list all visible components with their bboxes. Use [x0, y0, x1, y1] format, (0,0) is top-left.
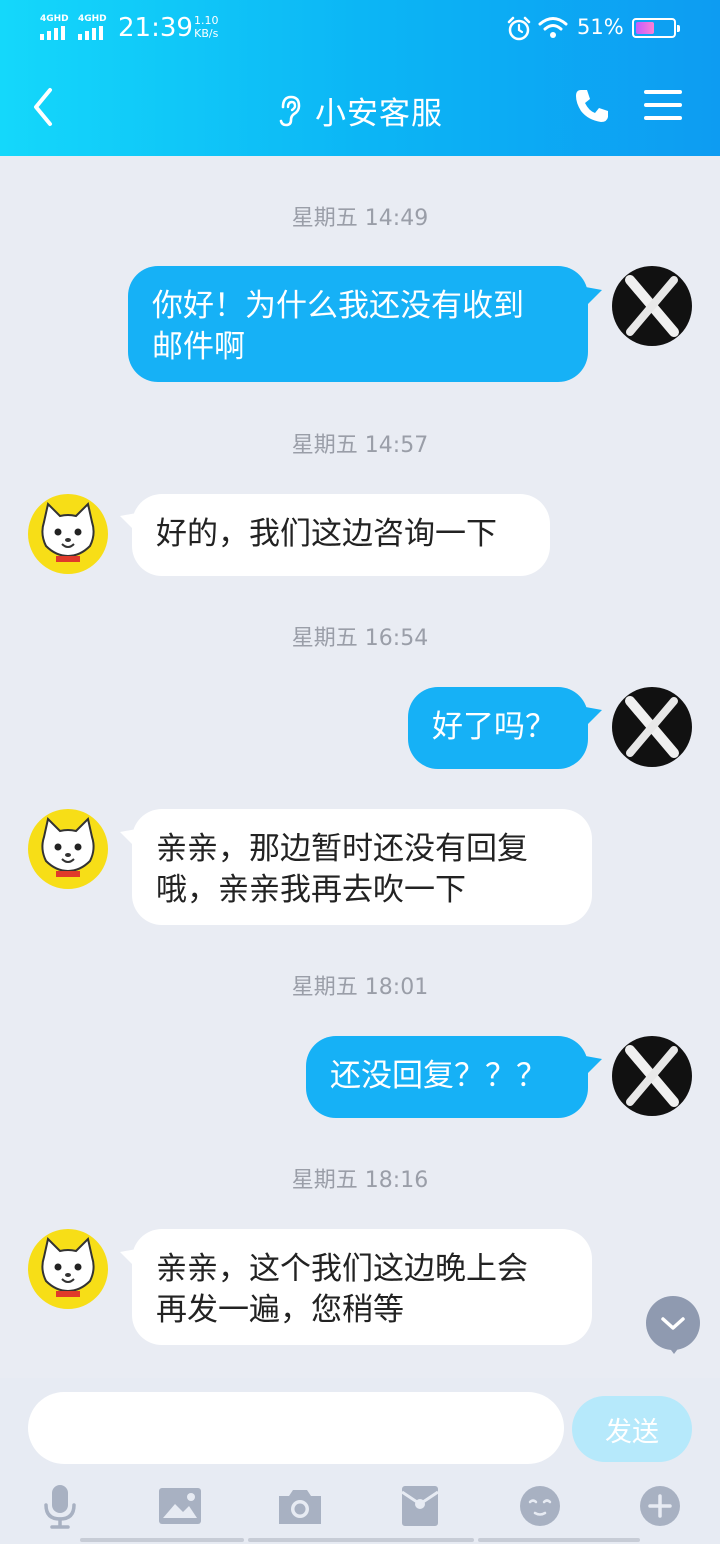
network-speed-value: 1.10: [194, 14, 219, 27]
x-logo-icon: [625, 696, 679, 758]
incoming-message-bubble[interactable]: 亲亲，那边暂时还没有回复 哦，亲亲我再去吹一下: [132, 809, 592, 925]
x-logo-icon: [625, 1045, 679, 1107]
agent-avatar[interactable]: [28, 494, 108, 574]
wifi-icon: [538, 17, 568, 38]
outgoing-message-bubble[interactable]: 好了吗？: [408, 687, 588, 769]
incoming-message-bubble[interactable]: 亲亲，这个我们这边晚上会 再发一遍，您稍等: [132, 1229, 592, 1345]
plus-icon[interactable]: [636, 1482, 684, 1530]
user-avatar[interactable]: [612, 687, 692, 767]
message-input[interactable]: [28, 1392, 564, 1464]
message-line: 邮件啊: [152, 329, 245, 365]
agent-avatar[interactable]: [28, 809, 108, 889]
message-line: 好的，我们这边咨询一下: [156, 516, 497, 552]
battery-level: [636, 22, 654, 34]
network-speed-unit: KB/s: [194, 27, 219, 40]
outgoing-message-bubble[interactable]: 你好！为什么我还没有收到 邮件啊: [128, 266, 588, 382]
message-line: 你好！为什么我还没有收到: [152, 288, 524, 324]
gesture-bar: [478, 1538, 640, 1542]
bubble-tail: [580, 286, 602, 308]
message-timestamp: 星期五 14:49: [291, 206, 429, 231]
message-line: 亲亲，这个我们这边晚上会: [156, 1251, 528, 1287]
red-packet-icon[interactable]: [396, 1482, 444, 1530]
signal-icon: 4GHD: [78, 14, 112, 40]
chat-title: 小安客服: [315, 96, 443, 132]
input-toolbar: [0, 1478, 720, 1534]
bubble-tail: [580, 706, 602, 728]
network-type-2: 4GHD: [78, 14, 107, 24]
microphone-icon[interactable]: [36, 1482, 84, 1530]
outgoing-message-bubble[interactable]: 还没回复？？？: [306, 1036, 588, 1118]
gesture-bar: [80, 1538, 244, 1542]
message-line: 亲亲，那边暂时还没有回复: [156, 831, 528, 867]
menu-icon[interactable]: [644, 88, 682, 122]
message-timestamp: 星期五 14:57: [291, 433, 429, 458]
emoji-icon[interactable]: [516, 1482, 564, 1530]
phone-icon[interactable]: [572, 86, 612, 126]
input-bar: 发送: [0, 1378, 720, 1544]
signal-icon: 4GHD: [40, 14, 74, 40]
image-icon[interactable]: [156, 1482, 204, 1530]
bubble-tail: [580, 1055, 602, 1077]
agent-avatar[interactable]: [28, 1229, 108, 1309]
battery-icon: [632, 18, 680, 38]
message-timestamp: 星期五 18:01: [291, 975, 429, 1000]
ear-icon[interactable]: [277, 93, 303, 129]
nav-bar: 小安客服: [0, 60, 720, 156]
network-speed: 1.10 KB/s: [194, 14, 219, 40]
user-avatar[interactable]: [612, 266, 692, 346]
incoming-message-bubble[interactable]: 好的，我们这边咨询一下: [132, 494, 550, 576]
clock: 21:39: [118, 13, 193, 43]
message-timestamp: 星期五 16:54: [291, 626, 429, 651]
message-line: 哦，亲亲我再去吹一下: [156, 872, 466, 908]
title-group: 小安客服: [0, 88, 720, 133]
user-avatar[interactable]: [612, 1036, 692, 1116]
camera-icon[interactable]: [276, 1482, 324, 1530]
message-line: 再发一遍，您稍等: [156, 1292, 404, 1328]
cat-face-icon: [41, 817, 95, 877]
battery-percent: 51%: [577, 15, 624, 39]
network-type-1: 4GHD: [40, 14, 69, 24]
app-header: 4GHD 4GHD 21:39 1.10 KB/s 51% 小安客服: [0, 0, 720, 156]
status-bar: 4GHD 4GHD 21:39 1.10 KB/s 51%: [0, 0, 720, 58]
message-line: 好了吗？: [432, 709, 556, 745]
cat-face-icon: [41, 502, 95, 562]
cat-face-icon: [41, 1237, 95, 1297]
send-button[interactable]: 发送: [572, 1396, 692, 1462]
scroll-to-bottom-button[interactable]: [646, 1296, 700, 1354]
chevron-down-icon: [661, 1317, 685, 1330]
x-logo-icon: [625, 275, 679, 337]
message-line: 还没回复？？？: [330, 1058, 547, 1094]
gesture-bar: [248, 1538, 474, 1542]
alarm-icon: [507, 16, 531, 41]
message-timestamp: 星期五 18:16: [291, 1168, 429, 1193]
